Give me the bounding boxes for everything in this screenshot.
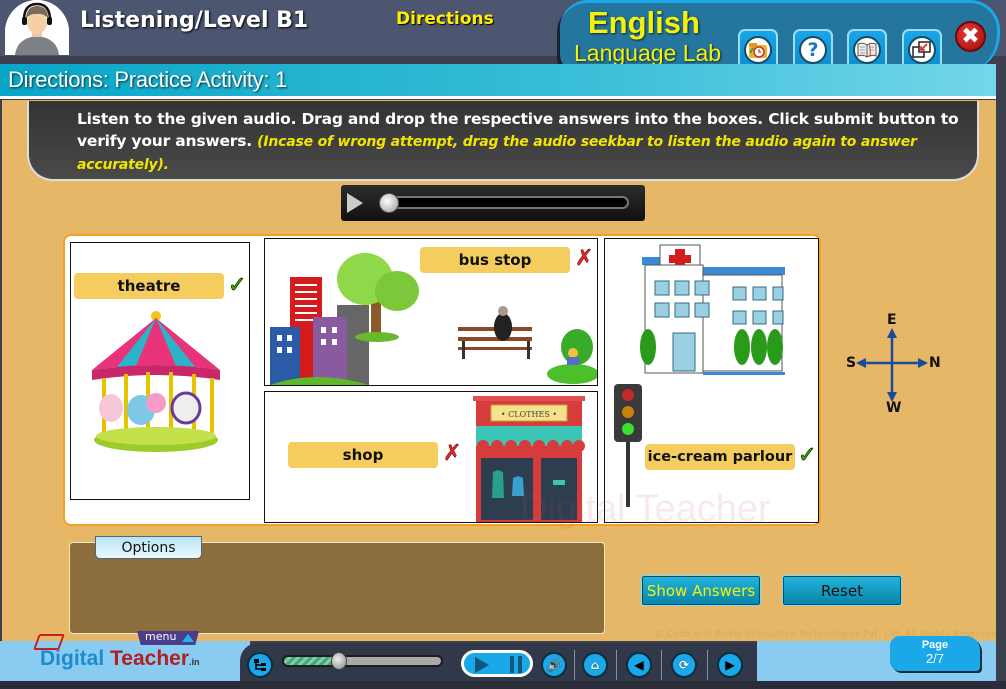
directions-bar: Directions: Practice Activity: 1 [0, 64, 996, 99]
page-label: Page [921, 639, 949, 651]
carousel-illustration [92, 311, 220, 452]
course-progress-bar[interactable] [282, 652, 443, 670]
next-arrow-icon: ▶ [725, 658, 735, 672]
play-pause-button[interactable] [461, 650, 533, 677]
close-button[interactable]: ✖ [955, 21, 986, 52]
instruction-box: Listen to the given audio. Drag and drop… [27, 101, 979, 181]
home-button[interactable]: ⌂ [582, 652, 608, 678]
tree-structure-icon [254, 659, 266, 671]
clothes-shop-illustration: • CLOTHES • [473, 396, 585, 522]
divider [707, 650, 708, 680]
history-button[interactable] [738, 29, 778, 69]
play-icon [475, 657, 489, 673]
volume-button[interactable]: 🔊 [541, 652, 567, 678]
hospital-traffic-illustration [614, 244, 785, 507]
right-edge [996, 60, 1006, 689]
book-icon [853, 36, 881, 64]
brand-language-lab: Language Lab [574, 40, 722, 66]
book-button[interactable] [847, 29, 887, 69]
course-map-button[interactable] [247, 652, 273, 678]
window-resize-icon [908, 36, 936, 64]
activity-stage: Listen to the given audio. Drag and drop… [2, 100, 1000, 641]
compass-label-top: E [887, 312, 897, 328]
home-icon: ⌂ [590, 658, 600, 672]
section-title: Directions [396, 9, 494, 29]
card-city-park: bus stop ✗ [264, 238, 598, 386]
compass-label-left: S [846, 355, 857, 371]
reset-button[interactable]: Reset [782, 575, 902, 606]
window-resize-button[interactable] [902, 29, 942, 69]
audio-play-button[interactable] [347, 193, 363, 213]
pause-icon [510, 656, 522, 673]
divider [616, 650, 617, 680]
activity-title: Directions: Practice Activity: 1 [8, 67, 287, 92]
refresh-icon: ⟳ [678, 658, 690, 672]
compass-label-right: N [929, 355, 941, 371]
brand-english: English [588, 5, 700, 40]
page-indicator: Page 2/7 [890, 636, 980, 671]
app-window: Listening/Level B1 Directions English La… [0, 0, 1006, 689]
drop-box-answer[interactable]: theatre [74, 273, 224, 299]
compass: E W S N [842, 310, 952, 420]
help-icon: ? [799, 36, 827, 64]
drop-box-answer[interactable]: ice-cream parlour [645, 444, 795, 470]
module-title: Listening/Level B1 [80, 8, 309, 33]
previous-arrow-icon: ◀ [634, 658, 644, 672]
next-button[interactable]: ▶ [717, 652, 743, 678]
history-icon [744, 36, 772, 64]
speaker-icon: 🔊 [546, 658, 562, 672]
audio-seek-handle[interactable] [379, 193, 399, 213]
page-number: 2/7 [925, 651, 945, 666]
activity-frame: theatre ✓ bus stop ✗ shop ✗ • CLOTHES • … [63, 234, 821, 530]
refresh-button[interactable]: ⟳ [671, 652, 697, 678]
audio-seekbar[interactable] [379, 193, 629, 213]
help-button[interactable]: ? [793, 29, 833, 69]
card-clothes-shop: shop ✗ • CLOTHES • [264, 391, 598, 523]
correct-check-icon: ✓ [797, 443, 817, 469]
course-progress-handle[interactable] [330, 652, 347, 670]
drop-box-answer[interactable]: shop [288, 442, 438, 468]
close-icon: ✖ [961, 23, 980, 49]
avatar [5, 0, 69, 55]
options-tab: Options [95, 536, 202, 559]
card-carousel: theatre ✓ [70, 242, 250, 500]
city-park-illustration [270, 253, 597, 385]
show-answers-button[interactable]: Show Answers [641, 575, 761, 606]
menu-toggle[interactable]: menu [137, 631, 199, 645]
previous-button[interactable]: ◀ [626, 652, 652, 678]
menu-label: menu [145, 630, 177, 643]
audio-player [341, 185, 645, 221]
chevron-up-icon [182, 634, 194, 642]
divider [661, 650, 662, 680]
bottom-strip [0, 681, 1006, 689]
compass-label-bottom: W [886, 400, 902, 416]
shop-sign: • CLOTHES • [501, 410, 557, 419]
digital-teacher-logo: Digital Teacher.in [40, 647, 200, 670]
wrong-cross-icon: ✗ [443, 441, 462, 467]
card-hospital-traffic: ice-cream parlour ✓ [604, 238, 819, 523]
correct-check-icon: ✓ [227, 273, 247, 299]
divider [574, 650, 575, 680]
